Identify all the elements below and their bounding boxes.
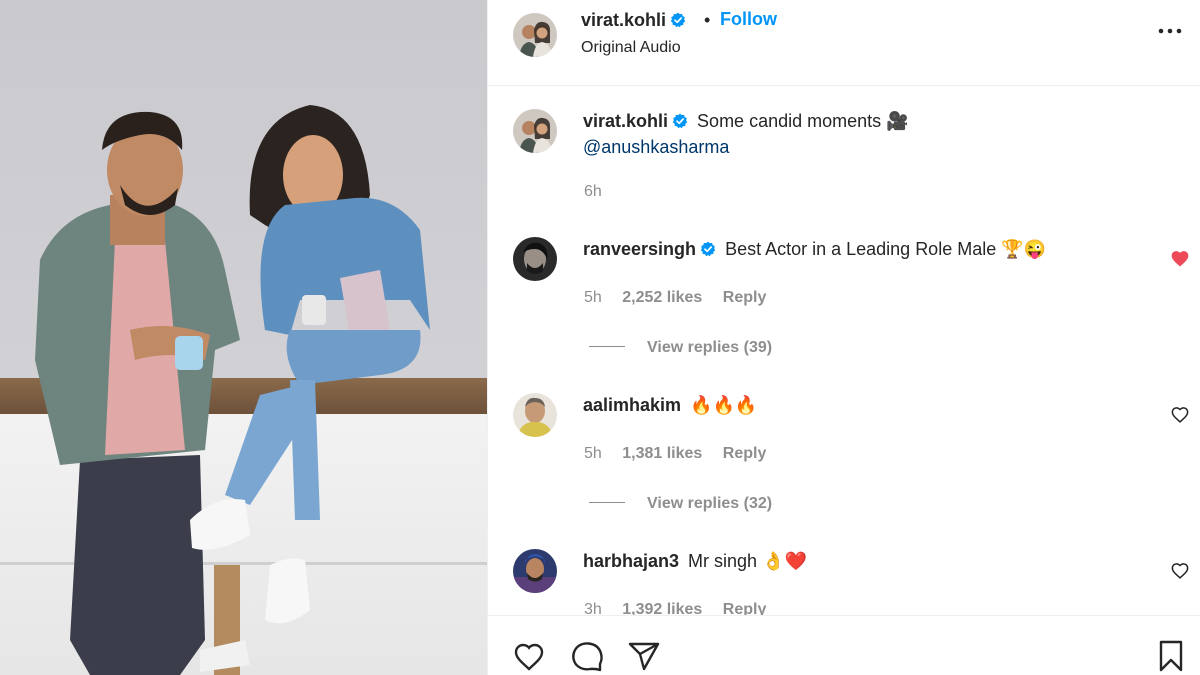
comment-username-text[interactable]: ranveersingh [583,239,696,259]
comment-meta: 5h 2,252 likes Reply [584,289,782,307]
comment-avatar[interactable] [513,237,557,281]
photo-person-woman [190,105,430,624]
caption-meta: 6h [584,183,618,201]
caption-username-text[interactable]: virat.kohli [583,111,668,131]
reply-button[interactable]: Reply [723,289,767,306]
view-replies-button[interactable]: View replies (32) [589,495,772,513]
comment-meta: 5h 1,381 likes Reply [584,445,782,463]
author-avatar[interactable] [513,13,557,57]
comment-line: harbhajan3 Mr singh 👌❤️ [583,551,807,572]
caption-line: virat.kohli Some candid moments 🎥 [583,111,909,132]
post-header: virat.kohli • Follow Original Audio [488,0,1200,86]
comment-time[interactable]: 5h [584,289,602,306]
view-replies-dash [589,502,625,503]
verified-badge-icon [672,113,688,129]
comment-avatar[interactable] [513,549,557,593]
comment-heart-icon[interactable] [1170,405,1190,425]
follow-button[interactable]: Follow [720,9,777,30]
comment-line: ranveersingh Best Actor in a Leading Rol… [583,239,1046,260]
view-replies-label: View replies (39) [647,339,773,356]
share-icon[interactable] [626,638,662,674]
caption-username[interactable]: virat.kohli [583,111,688,131]
comment-username[interactable]: aalimhakim [583,395,681,415]
action-bar [488,615,1200,675]
caption-mention-line: @anushkasharma [583,137,729,158]
comment-username[interactable]: harbhajan3 [583,551,679,571]
comment-avatar[interactable] [513,393,557,437]
comment-likes[interactable]: 2,252 likes [622,289,702,306]
comment-likes[interactable]: 1,381 likes [622,445,702,462]
comment-text: Best Actor in a Leading Role Male 🏆😜 [725,239,1047,259]
comment-time[interactable]: 3h [584,601,602,615]
comments-list[interactable]: virat.kohli Some candid moments 🎥 @anush… [488,87,1200,615]
comment-line: aalimhakim 🔥🔥🔥 [583,395,757,416]
post-photo [35,105,430,675]
comment-username[interactable]: ranveersingh [583,239,716,259]
post-media[interactable] [0,0,487,675]
caption-time[interactable]: 6h [584,183,602,200]
caption-avatar[interactable] [513,109,557,153]
comment-text: 🔥🔥🔥 [690,395,758,415]
caption-text: Some candid moments 🎥 [697,111,909,131]
verified-badge-icon [670,12,686,28]
comment-heart-icon[interactable] [1170,561,1190,581]
view-replies-label: View replies (32) [647,495,773,512]
bookmark-icon[interactable] [1153,638,1189,674]
audio-link[interactable]: Original Audio [581,39,681,57]
author-username-text[interactable]: virat.kohli [581,10,666,30]
photo-person-man [35,111,250,675]
header-separator: • [704,10,711,30]
view-replies-button[interactable]: View replies (39) [589,339,772,357]
caption-mention[interactable]: @anushkasharma [583,137,729,157]
author-username[interactable]: virat.kohli [581,10,686,31]
post-panel: virat.kohli • Follow Original Audio vira… [487,0,1200,675]
comment-heart-liked-icon[interactable] [1170,249,1190,269]
view-replies-dash [589,346,625,347]
more-options-icon[interactable] [1155,19,1185,43]
reply-button[interactable]: Reply [723,445,767,462]
heart-icon[interactable] [511,638,547,674]
comment-icon[interactable] [569,638,605,674]
comment-text: Mr singh 👌❤️ [688,551,807,571]
reply-button[interactable]: Reply [723,601,767,615]
verified-badge-icon [700,241,716,257]
comment-time[interactable]: 5h [584,445,602,462]
comment-meta: 3h 1,392 likes Reply [584,601,782,615]
comment-likes[interactable]: 1,392 likes [622,601,702,615]
